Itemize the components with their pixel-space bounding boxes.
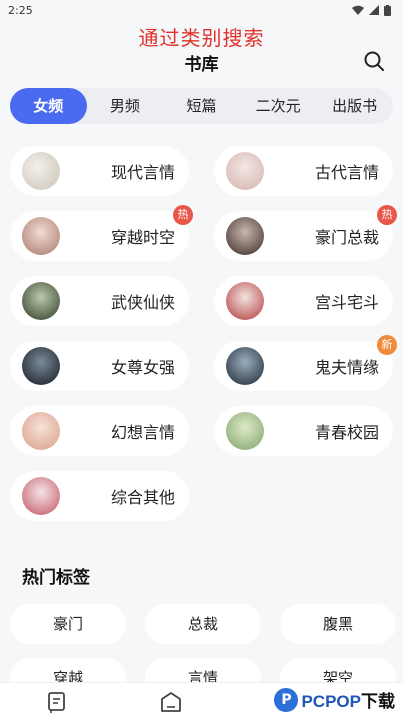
category-fantasy-romance[interactable]: 幻想言情 — [10, 406, 189, 456]
hot-badge: 热 — [173, 205, 193, 225]
nav-store[interactable] — [159, 690, 183, 714]
signal-icon — [369, 5, 379, 15]
pcpop-brand-suffix: 下载 — [361, 692, 395, 711]
store-icon — [161, 691, 182, 712]
category-cover — [22, 217, 60, 255]
category-campus[interactable]: 青春校园 — [214, 406, 393, 456]
hot-tag[interactable]: 总裁 — [145, 604, 261, 644]
hot-badge: 热 — [377, 205, 397, 225]
pcpop-watermark: P PCPOP下载 — [270, 686, 399, 713]
page-title: 书库 — [184, 55, 219, 75]
hot-tag[interactable]: 豪门 — [10, 604, 126, 644]
overlay-caption: 通过类别搜索 — [138, 26, 265, 50]
nav-bookshelf[interactable] — [45, 690, 69, 714]
category-palace[interactable]: 宫斗宅斗 — [214, 276, 393, 326]
category-label: 武侠仙侠 — [110, 293, 175, 312]
category-ancient-romance[interactable]: 古代言情 — [214, 146, 393, 196]
tab-anime[interactable]: 二次元 — [240, 88, 317, 124]
category-label: 古代言情 — [314, 163, 379, 182]
tab-female[interactable]: 女频 — [10, 88, 87, 124]
category-modern-romance[interactable]: 现代言情 — [10, 146, 189, 196]
category-cover — [22, 152, 60, 190]
category-label: 幻想言情 — [110, 423, 175, 442]
category-label: 鬼夫情缘 — [314, 358, 379, 377]
category-grid: 现代言情 古代言情 穿越时空 热 豪门总裁 热 武侠仙侠 宫斗宅斗 女尊女强 鬼… — [10, 146, 397, 521]
hot-tags-title: 热门标签 — [22, 568, 90, 588]
pcpop-brand: PCPOP下载 — [301, 687, 395, 712]
category-cover — [22, 282, 60, 320]
category-label: 穿越时空 — [110, 228, 175, 247]
category-cover — [22, 347, 60, 385]
category-label: 青春校园 — [314, 423, 379, 442]
status-icons — [352, 4, 391, 16]
status-bar: 2:25 — [0, 0, 403, 20]
channel-tabs: 女频 男频 短篇 二次元 出版书 — [10, 88, 393, 124]
search-icon — [364, 51, 384, 71]
status-time: 2:25 — [8, 3, 33, 17]
category-cover — [226, 282, 264, 320]
category-cover — [226, 217, 264, 255]
pcpop-logo: P — [274, 687, 299, 712]
category-cover — [22, 477, 60, 515]
category-female-lead[interactable]: 女尊女强 — [10, 341, 189, 391]
category-label: 综合其他 — [110, 488, 175, 507]
category-cover — [22, 412, 60, 450]
category-wuxia[interactable]: 武侠仙侠 — [10, 276, 189, 326]
bookshelf-icon — [48, 691, 66, 713]
category-cover — [226, 152, 264, 190]
category-other[interactable]: 综合其他 — [10, 471, 189, 521]
category-label: 女尊女强 — [110, 358, 175, 377]
hot-tag[interactable]: 腹黑 — [280, 604, 396, 644]
tab-short[interactable]: 短篇 — [163, 88, 240, 124]
category-label: 宫斗宅斗 — [314, 293, 379, 312]
category-ghost-romance[interactable]: 鬼夫情缘 新 — [214, 335, 397, 391]
tab-published[interactable]: 出版书 — [316, 88, 393, 124]
search-button[interactable] — [363, 50, 385, 72]
wifi-icon — [352, 5, 364, 15]
category-cover — [226, 412, 264, 450]
category-rich-ceo[interactable]: 豪门总裁 热 — [214, 205, 397, 261]
category-label: 豪门总裁 — [314, 228, 379, 247]
battery-icon — [384, 4, 391, 16]
tab-male[interactable]: 男频 — [87, 88, 164, 124]
category-time-travel[interactable]: 穿越时空 热 — [10, 205, 193, 261]
category-cover — [226, 347, 264, 385]
pcpop-brand-name: PCPOP — [301, 692, 361, 711]
new-badge: 新 — [377, 335, 397, 355]
category-label: 现代言情 — [110, 163, 175, 182]
